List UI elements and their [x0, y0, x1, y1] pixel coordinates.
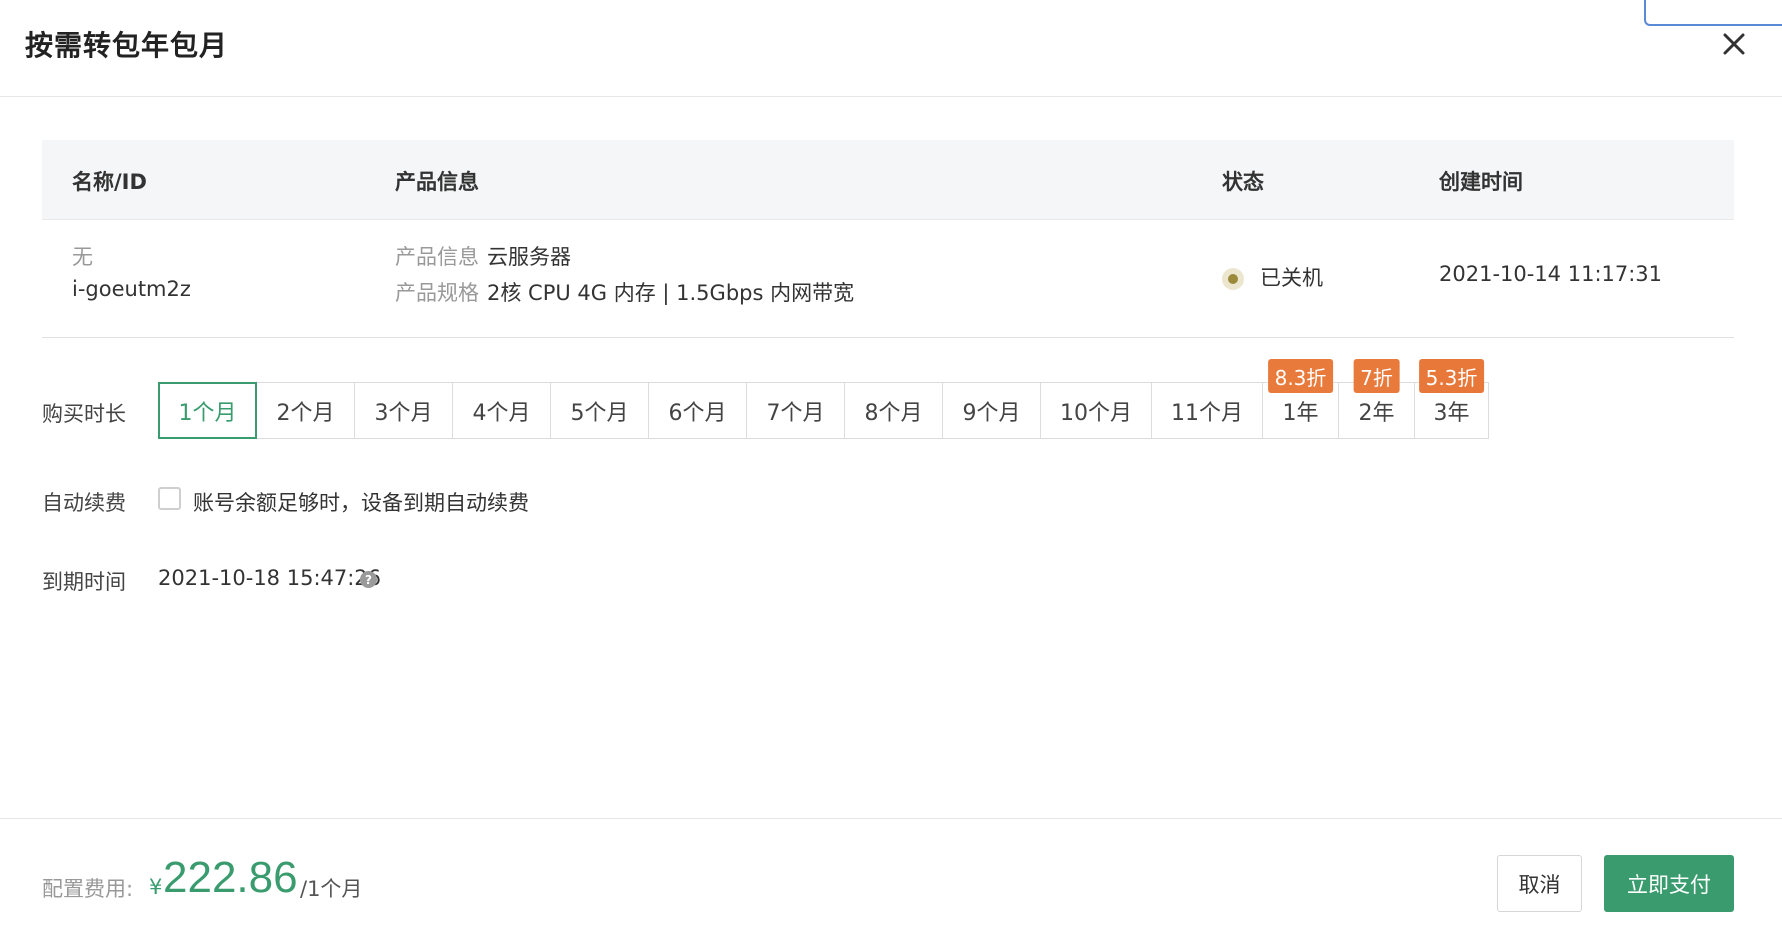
header-created-time: 创建时间 — [1439, 170, 1523, 194]
purchase-duration-label: 购买时长 — [42, 402, 126, 426]
duration-option-3-years[interactable]: 5.3折 3年 — [1414, 359, 1489, 439]
dialog-footer: 配置费用: ¥ 222.86 /1个月 取消 立即支付 — [0, 818, 1782, 940]
duration-option-2-months[interactable]: 2个月 — [256, 382, 355, 439]
auto-renew-label: 自动续费 — [42, 491, 126, 515]
duration-label: 6个月 — [668, 400, 727, 426]
fee-label: 配置费用: — [42, 877, 134, 901]
duration-label: 9个月 — [962, 400, 1021, 426]
instance-name: 无 — [72, 245, 93, 269]
auto-renew-description: 账号余额足够时，设备到期自动续费 — [193, 491, 529, 515]
expiry-time-value: 2021-10-18 15:47:26 — [158, 566, 382, 590]
table-row: 无 i-goeutm2z 产品信息 云服务器 产品规格 2核 CPU 4G 内存… — [42, 220, 1734, 338]
duration-label: 7个月 — [766, 400, 825, 426]
duration-label: 2个月 — [276, 400, 335, 426]
expiry-time-label: 到期时间 — [42, 570, 126, 594]
convert-billing-dialog: 按需转包年包月 名称/ID 产品信息 状态 创建时间 无 i-goeutm2z … — [0, 0, 1782, 940]
discount-badge: 5.3折 — [1418, 359, 1485, 393]
duration-option-10-months[interactable]: 10个月 — [1040, 382, 1152, 439]
duration-label: 1年 — [1282, 400, 1319, 426]
duration-label: 3年 — [1433, 400, 1470, 426]
duration-label: 4个月 — [472, 400, 531, 426]
pay-now-button[interactable]: 立即支付 — [1604, 855, 1734, 912]
product-spec-label: 产品规格 — [395, 281, 479, 305]
discount-badge: 8.3折 — [1267, 359, 1334, 393]
status-dot-icon — [1222, 268, 1244, 290]
duration-option-1-year[interactable]: 8.3折 1年 — [1262, 359, 1339, 439]
duration-label: 1个月 — [178, 400, 237, 426]
cancel-button[interactable]: 取消 — [1497, 855, 1582, 912]
close-icon — [1723, 33, 1745, 55]
dialog-header: 按需转包年包月 — [0, 0, 1782, 97]
duration-options: 1个月 2个月 3个月 4个月 5个月 6个月 7个月 8个月 9个月 10个月 — [158, 359, 1489, 439]
header-status: 状态 — [1222, 170, 1264, 194]
table-header: 名称/ID 产品信息 状态 创建时间 — [42, 140, 1734, 220]
duration-label: 11个月 — [1171, 400, 1243, 426]
fee-amount: 222.86 — [163, 853, 298, 902]
product-info-value: 云服务器 — [487, 245, 571, 269]
duration-option-5-months[interactable]: 5个月 — [550, 382, 649, 439]
currency-symbol: ¥ — [149, 875, 163, 899]
question-circle-icon[interactable]: ? — [360, 571, 377, 588]
duration-option-7-months[interactable]: 7个月 — [746, 382, 845, 439]
duration-option-11-months[interactable]: 11个月 — [1151, 382, 1263, 439]
header-name-id: 名称/ID — [72, 170, 147, 194]
fee-unit: /1个月 — [300, 877, 363, 901]
duration-option-2-years[interactable]: 7折 2年 — [1338, 359, 1415, 439]
header-product-info: 产品信息 — [395, 170, 479, 194]
duration-label: 5个月 — [570, 400, 629, 426]
duration-label: 2年 — [1358, 400, 1395, 426]
instance-table: 名称/ID 产品信息 状态 创建时间 无 i-goeutm2z 产品信息 云服务… — [42, 140, 1734, 338]
duration-option-3-months[interactable]: 3个月 — [354, 382, 453, 439]
auto-renew-checkbox[interactable] — [158, 487, 181, 510]
instance-id: i-goeutm2z — [72, 277, 191, 301]
duration-option-6-months[interactable]: 6个月 — [648, 382, 747, 439]
status-text: 已关机 — [1260, 266, 1323, 290]
product-spec-value: 2核 CPU 4G 内存 | 1.5Gbps 内网带宽 — [487, 281, 855, 305]
duration-option-8-months[interactable]: 8个月 — [844, 382, 943, 439]
duration-option-4-months[interactable]: 4个月 — [452, 382, 551, 439]
duration-label: 8个月 — [864, 400, 923, 426]
product-info-label: 产品信息 — [395, 245, 479, 269]
duration-label: 3个月 — [374, 400, 433, 426]
duration-label: 10个月 — [1060, 400, 1132, 426]
close-button[interactable] — [1716, 26, 1752, 62]
discount-badge: 7折 — [1353, 359, 1400, 393]
duration-option-1-month[interactable]: 1个月 — [158, 382, 257, 439]
duration-option-9-months[interactable]: 9个月 — [942, 382, 1041, 439]
created-time: 2021-10-14 11:17:31 — [1439, 262, 1663, 286]
dialog-title: 按需转包年包月 — [25, 29, 229, 62]
